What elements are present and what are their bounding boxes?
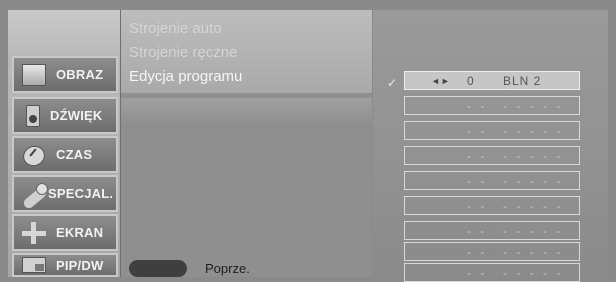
pip-icon (22, 257, 46, 273)
submenu-item-program-edit[interactable]: Edycja programu (129, 68, 242, 85)
menu-item-label: CZAS (56, 147, 93, 162)
tv-osd-screen: OBRAZ DŹWIĘK CZAS SPECJAL. EKRAN PIP/DW … (0, 0, 616, 282)
menu-item-special[interactable]: SPECJAL. (12, 175, 118, 212)
program-name: - - - - - (503, 123, 564, 138)
clock-icon (22, 144, 46, 166)
picture-icon (22, 63, 46, 86)
submenu-item-auto-tuning[interactable]: Strojenie auto (129, 20, 222, 37)
menu-item-label: OBRAZ (56, 67, 104, 82)
menu-item-time[interactable]: CZAS (12, 136, 118, 173)
program-number: - - (467, 173, 488, 188)
program-name: - - - - - (503, 148, 564, 163)
submenu-item-manual-tuning[interactable]: Strojenie ręczne (129, 44, 237, 61)
program-row[interactable]: - - - - - - - (404, 146, 580, 165)
program-number: - - (467, 244, 488, 259)
back-button-icon[interactable] (129, 260, 187, 277)
program-row[interactable]: - - - - - - - (404, 171, 580, 190)
check-icon: ✓ (387, 76, 398, 90)
program-name: - - - - - (503, 244, 564, 259)
program-number: - - (467, 265, 488, 280)
program-name: - - - - - (503, 223, 564, 238)
screen-icon (22, 221, 46, 244)
program-number: - - (467, 148, 488, 163)
menu-item-pip[interactable]: PIP/DW (12, 253, 118, 277)
program-name: - - - - - (503, 173, 564, 188)
program-name: - - - - - (503, 265, 564, 280)
menu-item-label: PIP/DW (56, 257, 104, 273)
menu-item-screen[interactable]: EKRAN (12, 214, 118, 251)
program-number: - - (467, 123, 488, 138)
program-name: - - - - - (503, 98, 564, 113)
program-row[interactable]: - - - - - - - (404, 96, 580, 115)
program-name: BLN 2 (503, 73, 542, 88)
menu-item-label: DŹWIĘK (50, 108, 103, 123)
program-name: - - - - - (503, 198, 564, 213)
program-table: ✓ ◄► 0 BLN 2 - - - - - - - - - - - - - -… (373, 10, 608, 282)
left-right-arrows-icon: ◄► (431, 75, 451, 86)
program-row[interactable]: - - - - - - - (404, 221, 580, 240)
program-row[interactable]: - - - - - - - (404, 263, 580, 282)
main-menu: OBRAZ DŹWIĘK CZAS SPECJAL. EKRAN PIP/DW (8, 10, 121, 277)
menu-item-sound[interactable]: DŹWIĘK (12, 97, 118, 134)
program-row[interactable]: - - - - - - - (404, 196, 580, 215)
program-number: - - (467, 198, 488, 213)
menu-item-picture[interactable]: OBRAZ (12, 56, 118, 93)
menu-item-label: EKRAN (56, 225, 104, 240)
submenu-panel: Strojenie auto Strojenie ręczne Edycja p… (121, 10, 372, 277)
menu-item-label: SPECJAL. (48, 186, 114, 201)
program-number: - - (467, 98, 488, 113)
submenu-selection-bar (121, 98, 372, 128)
program-row[interactable]: - - - - - - - (404, 121, 580, 140)
program-row[interactable]: ◄► 0 BLN 2 (404, 71, 580, 90)
program-row[interactable]: - - - - - - - (404, 242, 580, 261)
back-label: Poprze. (205, 261, 250, 276)
program-number: 0 (467, 73, 475, 88)
speaker-icon (26, 104, 40, 127)
special-icon (22, 182, 48, 205)
submenu-list: Strojenie auto Strojenie ręczne Edycja p… (121, 10, 372, 93)
program-number: - - (467, 223, 488, 238)
